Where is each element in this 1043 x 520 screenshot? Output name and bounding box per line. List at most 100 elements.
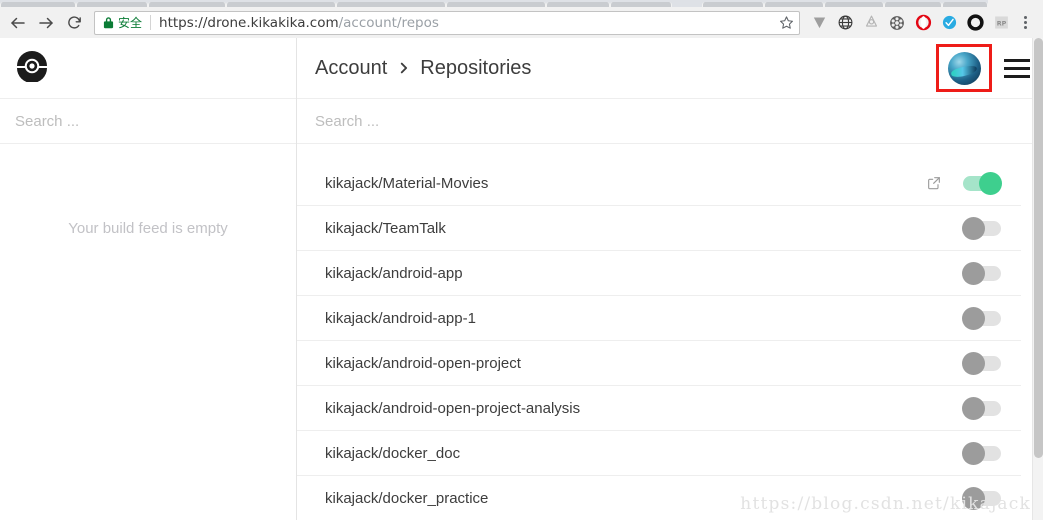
lock-icon bbox=[103, 16, 114, 29]
build-feed: Your build feed is empty bbox=[0, 144, 296, 520]
main-content: Account Repositories kikajack/Material-M… bbox=[297, 38, 1043, 520]
toggle-knob bbox=[962, 306, 985, 330]
repo-activation-toggle[interactable] bbox=[962, 441, 1001, 465]
browser-tab[interactable] bbox=[76, 2, 148, 7]
bookmark-star-icon[interactable] bbox=[779, 15, 794, 30]
repo-actions bbox=[962, 261, 1021, 285]
address-bar[interactable]: 安全 https://drone.kikakika.com/account/re… bbox=[94, 10, 800, 35]
repo-activation-toggle[interactable] bbox=[962, 261, 1001, 285]
external-link-icon[interactable] bbox=[926, 175, 942, 191]
browser-tab[interactable] bbox=[610, 2, 672, 7]
browser-tab[interactable] bbox=[764, 2, 824, 7]
browser-tab[interactable] bbox=[446, 2, 546, 7]
browser-tab[interactable] bbox=[824, 2, 884, 7]
drone-app: Your build feed is empty Account Reposit… bbox=[0, 38, 1043, 520]
repo-row[interactable]: kikajack/android-open-project-analysis bbox=[297, 386, 1021, 431]
rp-extension-icon[interactable]: RP bbox=[988, 10, 1014, 36]
sidebar-search-input[interactable] bbox=[15, 112, 268, 130]
sidebar-brand[interactable] bbox=[0, 38, 296, 99]
toggle-knob bbox=[962, 216, 985, 240]
browser-tab[interactable] bbox=[702, 2, 764, 7]
toggle-knob bbox=[962, 396, 985, 420]
repo-name: kikajack/android-open-project-analysis bbox=[325, 399, 581, 417]
black-ring-extension-icon[interactable] bbox=[962, 10, 988, 36]
avatar[interactable] bbox=[947, 51, 981, 85]
blue-check-extension-icon[interactable] bbox=[936, 10, 962, 36]
repo-activation-toggle[interactable] bbox=[963, 171, 1002, 195]
url-text: https://drone.kikakika.com/account/repos bbox=[159, 15, 779, 31]
forward-icon[interactable] bbox=[32, 9, 60, 37]
drone-logo-icon[interactable] bbox=[16, 50, 48, 87]
film-reel-extension-icon[interactable] bbox=[884, 10, 910, 36]
repo-name: kikajack/docker_doc bbox=[325, 444, 461, 462]
security-badge-label: 安全 bbox=[118, 16, 143, 30]
browser-tab-strip[interactable] bbox=[0, 0, 1043, 7]
browser-tab[interactable] bbox=[0, 2, 76, 7]
repo-list: kikajack/Material-Movies kikajack/TeamTal… bbox=[297, 144, 1043, 520]
repo-actions bbox=[962, 441, 1021, 465]
repo-activation-toggle[interactable] bbox=[962, 396, 1001, 420]
toggle-knob bbox=[962, 261, 985, 285]
repo-search-input[interactable] bbox=[315, 112, 971, 130]
repo-name: kikajack/TeamTalk bbox=[325, 219, 446, 237]
repo-actions bbox=[962, 486, 1021, 510]
opera-extension-icon[interactable] bbox=[910, 10, 936, 36]
breadcrumb-item-account[interactable]: Account bbox=[315, 57, 387, 80]
build-feed-empty-message: Your build feed is empty bbox=[68, 220, 228, 237]
repo-name: kikajack/android-open-project bbox=[325, 354, 521, 372]
repo-activation-toggle[interactable] bbox=[962, 351, 1001, 375]
repo-row[interactable]: kikajack/TeamTalk bbox=[297, 206, 1021, 251]
avatar-highlight-box bbox=[936, 44, 992, 92]
v-shape-extension-icon[interactable] bbox=[806, 10, 832, 36]
page-scrollbar[interactable] bbox=[1032, 38, 1043, 520]
chevron-right-icon bbox=[398, 61, 409, 75]
repo-row[interactable]: kikajack/Material-Movies bbox=[297, 161, 1021, 206]
toggle-knob bbox=[962, 486, 985, 510]
repo-actions bbox=[962, 351, 1021, 375]
page-scrollbar-thumb[interactable] bbox=[1034, 38, 1043, 458]
repo-name: kikajack/android-app bbox=[325, 264, 463, 282]
repo-actions bbox=[962, 396, 1021, 420]
reload-icon[interactable] bbox=[60, 9, 88, 37]
repo-row[interactable]: kikajack/docker_practice bbox=[297, 476, 1021, 520]
repo-activation-toggle[interactable] bbox=[962, 486, 1001, 510]
browser-chrome: 安全 https://drone.kikakika.com/account/re… bbox=[0, 0, 1043, 38]
repo-name: kikajack/docker_practice bbox=[325, 489, 489, 507]
breadcrumb: Account Repositories bbox=[315, 57, 936, 80]
repo-row[interactable]: kikajack/android-app bbox=[297, 251, 1021, 296]
breadcrumb-item-repositories[interactable]: Repositories bbox=[420, 57, 531, 80]
back-icon[interactable] bbox=[4, 9, 32, 37]
repo-activation-toggle[interactable] bbox=[962, 306, 1001, 330]
omnibox-separator bbox=[150, 15, 152, 30]
sidebar-search[interactable] bbox=[0, 99, 296, 144]
toggle-knob bbox=[962, 441, 985, 465]
bell-outline-extension-icon[interactable] bbox=[858, 10, 884, 36]
svg-text:RP: RP bbox=[996, 19, 1006, 27]
url-path: /account/repos bbox=[338, 14, 439, 31]
repo-row[interactable]: kikajack/android-app-1 bbox=[297, 296, 1021, 341]
repo-name: kikajack/Material-Movies bbox=[325, 174, 489, 192]
browser-tab[interactable] bbox=[884, 2, 942, 7]
globe-grid-extension-icon[interactable] bbox=[832, 10, 858, 36]
url-host: https://drone.kikakika.com bbox=[159, 14, 339, 31]
toggle-knob bbox=[979, 171, 1002, 195]
repo-row[interactable]: kikajack/docker_doc bbox=[297, 431, 1021, 476]
repo-activation-toggle[interactable] bbox=[962, 216, 1001, 240]
repo-actions bbox=[962, 306, 1021, 330]
repo-row[interactable]: kikajack/android-open-project bbox=[297, 341, 1021, 386]
repo-actions bbox=[962, 216, 1021, 240]
repo-name: kikajack/android-app-1 bbox=[325, 309, 476, 327]
browser-toolbar: 安全 https://drone.kikakika.com/account/re… bbox=[0, 7, 1043, 38]
toggle-knob bbox=[962, 351, 985, 375]
page-header: Account Repositories bbox=[297, 38, 1043, 99]
browser-tab[interactable] bbox=[336, 2, 446, 7]
browser-tab[interactable] bbox=[226, 2, 336, 7]
browser-menu-icon[interactable] bbox=[1014, 10, 1036, 36]
hamburger-menu-icon[interactable] bbox=[997, 44, 1037, 92]
browser-tab[interactable] bbox=[546, 2, 610, 7]
sidebar: Your build feed is empty bbox=[0, 38, 297, 520]
browser-tab[interactable] bbox=[942, 2, 988, 7]
repo-search[interactable] bbox=[297, 99, 1043, 144]
repo-actions bbox=[926, 171, 1021, 195]
browser-tab[interactable] bbox=[148, 2, 226, 7]
